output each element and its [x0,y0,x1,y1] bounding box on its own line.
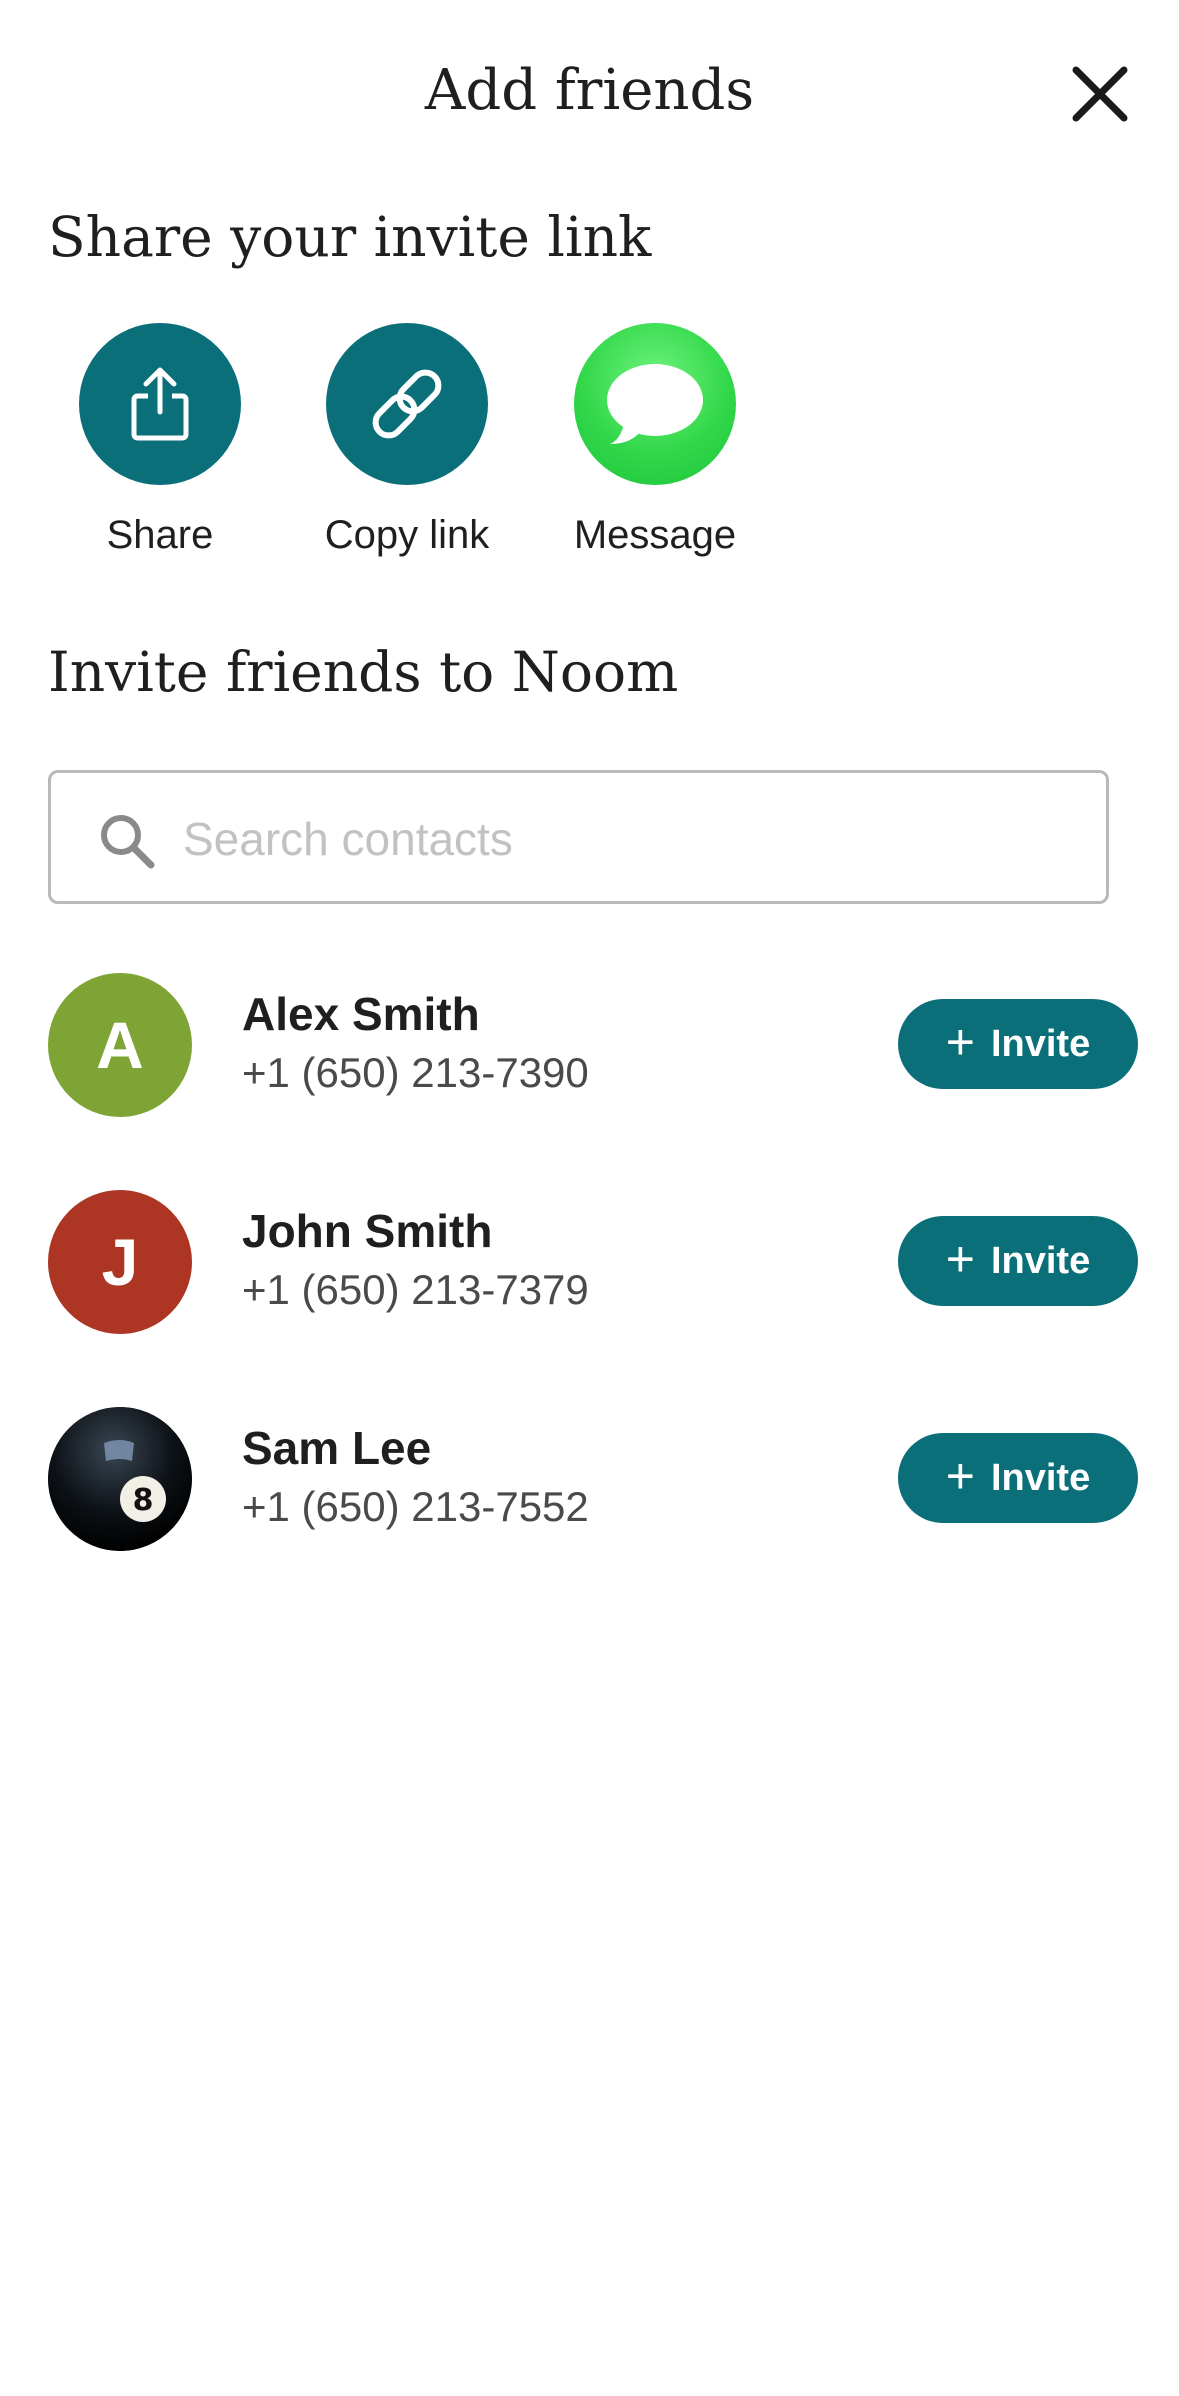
message-bubble-icon [607,364,703,444]
invite-button[interactable]: + Invite [898,999,1138,1089]
page-title: Add friends [424,58,755,123]
avatar: J [48,1190,192,1334]
share-section-title: Share your invite link [48,205,652,269]
avatar: 8 [48,1407,192,1551]
link-icon [372,369,442,439]
share-option-label: Share [106,513,214,557]
contact-phone: +1 (650) 213-7390 [242,1049,589,1096]
contact-row: J John Smith +1 (650) 213-7379 + Invite [0,1190,1179,1340]
contact-row: A Alex Smith +1 (650) 213-7390 + Invite [0,973,1179,1123]
invite-button[interactable]: + Invite [898,1216,1138,1306]
contact-name: John Smith [242,1205,493,1257]
close-icon [1072,66,1128,122]
eight-ball-icon: 8 [48,1407,192,1551]
contact-name: Alex Smith [242,988,480,1040]
share-option-share[interactable]: Share [35,323,285,573]
share-option-message[interactable]: Message [530,323,780,573]
avatar: A [48,973,192,1117]
contact-row: 8 Sam Lee +1 (650) 213-7552 + Invite [0,1407,1179,1557]
share-option-copy-link[interactable]: Copy link [282,323,532,573]
invite-button-label: Invite [990,1456,1091,1499]
search-input[interactable] [181,793,1065,885]
plus-icon: + [945,1014,975,1070]
close-button[interactable] [1064,58,1136,130]
invite-section-title: Invite friends to Noom [48,640,679,704]
contact-phone: +1 (650) 213-7379 [242,1266,589,1313]
invite-button-label: Invite [990,1022,1091,1065]
header-bar: Add friends [0,0,1179,185]
share-circle [79,323,241,485]
message-label: Message [573,513,737,557]
copy-link-circle [326,323,488,485]
invite-button-label: Invite [990,1239,1091,1282]
contact-phone: +1 (650) 213-7552 [242,1483,589,1530]
search-icon [101,815,155,869]
share-icon [131,367,189,441]
plus-icon: + [945,1448,975,1504]
invite-button[interactable]: + Invite [898,1433,1138,1523]
contact-name: Sam Lee [242,1422,432,1474]
search-box[interactable] [48,770,1109,904]
message-circle [574,323,736,485]
copy-link-label: Copy link [324,513,490,557]
plus-icon: + [945,1231,975,1287]
svg-text:8: 8 [133,1483,154,1518]
